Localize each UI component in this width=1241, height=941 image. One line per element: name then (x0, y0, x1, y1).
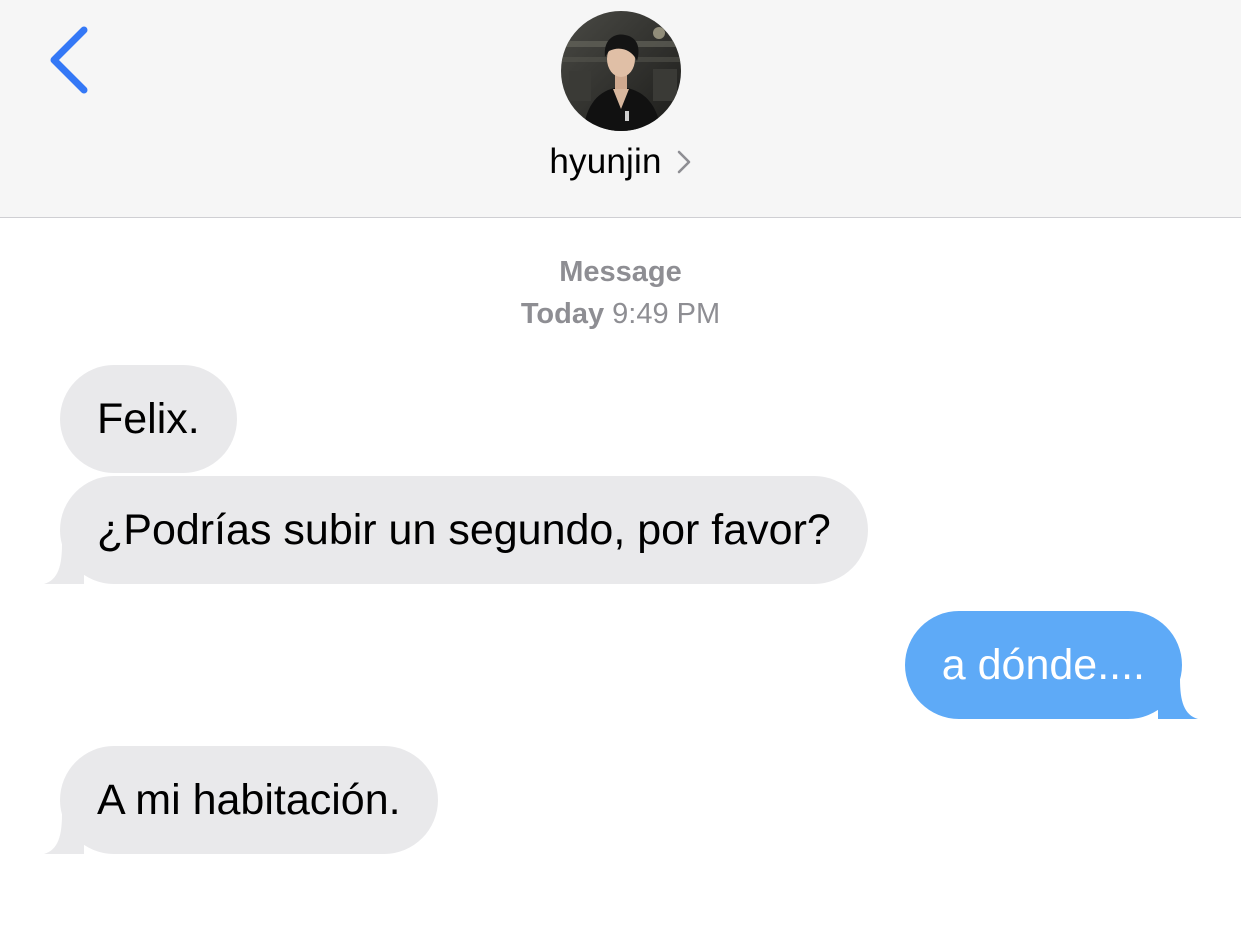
incoming-message-bubble[interactable]: A mi habitación. (60, 746, 438, 854)
chevron-left-icon (50, 26, 88, 94)
messages-screen: hyunjin Message Today 9:49 PM Felix. ¿Po… (0, 0, 1241, 941)
contact-name: hyunjin (549, 142, 662, 181)
service-label: Message (559, 256, 682, 288)
avatar-photo (561, 11, 681, 131)
timestamp: Today 9:49 PM (0, 298, 1241, 331)
message-row: A mi habitación. (44, 746, 438, 854)
contact-avatar[interactable] (561, 11, 681, 131)
outgoing-message-bubble[interactable]: a dónde.... (904, 611, 1182, 719)
message-row: Felix. (60, 365, 237, 473)
incoming-message-bubble[interactable]: Felix. (60, 365, 237, 473)
incoming-message-bubble[interactable]: ¿Podrías subir un segundo, por favor? (60, 476, 868, 584)
chevron-right-icon (676, 149, 692, 175)
contact-info-button[interactable]: hyunjin (0, 142, 1241, 182)
back-button[interactable] (44, 22, 104, 98)
message-row: a dónde.... (904, 611, 1198, 719)
conversation-header: hyunjin (0, 0, 1241, 218)
message-row: ¿Podrías subir un segundo, por favor? (44, 476, 868, 584)
timestamp-time: 9:49 PM (612, 298, 721, 330)
timestamp-day: Today (520, 298, 605, 330)
